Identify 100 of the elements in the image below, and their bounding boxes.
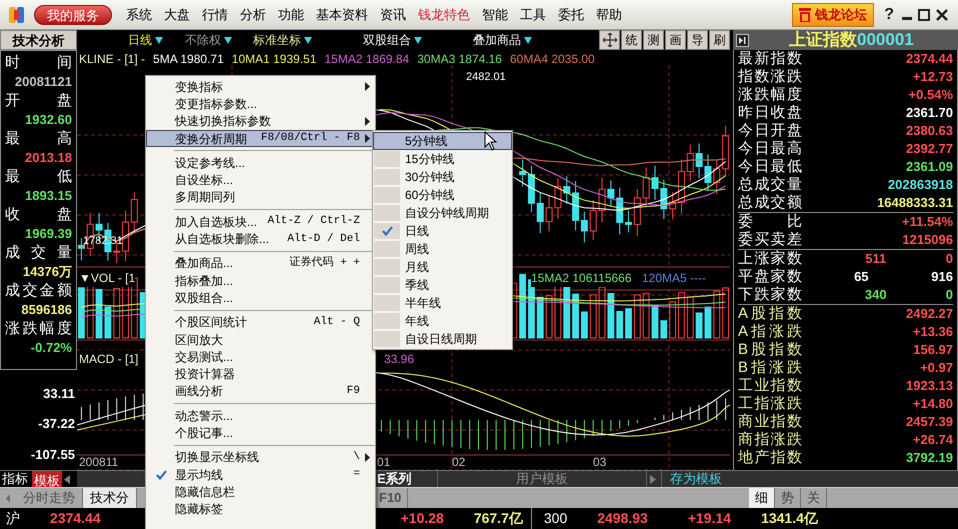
menu-item[interactable]: 自设坐标... [146, 171, 375, 189]
menu-item[interactable]: 分析 [240, 4, 266, 24]
menu-item[interactable]: 叠加商品... 证券代码 + + [146, 254, 375, 272]
change-value: +19.14 [688, 509, 732, 528]
field-label: 总成交量 [738, 176, 802, 194]
menu-item[interactable]: 系统 [126, 4, 152, 24]
caret-icon [524, 36, 532, 44]
volume-bar [104, 306, 112, 338]
caret-icon [304, 36, 312, 44]
menu-item[interactable]: 月线 [373, 258, 512, 276]
field-value: 2013.18 [24, 149, 72, 167]
indicator-label: 指标 [1, 470, 29, 488]
menu-item[interactable]: 5分钟线 [373, 132, 512, 150]
tool-button[interactable]: 测 [643, 30, 664, 50]
dropdown-button[interactable]: 标准坐标 [253, 31, 312, 49]
view-tab[interactable]: 技术分 [83, 488, 137, 508]
field-label: 上涨家数 [738, 250, 802, 268]
menu-item[interactable]: 设定参考线... [146, 154, 375, 172]
menu-item[interactable]: 区间放大 [146, 330, 375, 348]
dropdown-button[interactable]: 不除权 [185, 31, 232, 49]
volume-bar [519, 274, 526, 338]
change-value: +10.28 [400, 509, 444, 528]
field-value: 2392.77 [906, 140, 953, 158]
volume-bar [634, 294, 641, 338]
menu-item[interactable]: 帮助 [596, 4, 622, 24]
field-label: 今日最高 [738, 140, 802, 158]
menu-item[interactable]: 工具 [520, 4, 546, 24]
tool-button[interactable]: 统 [621, 30, 642, 50]
field-value: 916 [931, 268, 953, 286]
candlestick [78, 238, 85, 261]
panel-tab[interactable]: 细 [749, 488, 775, 508]
tool-button[interactable]: 画 [665, 30, 686, 50]
menu-item[interactable]: 周线 [373, 240, 512, 258]
menu-item[interactable]: 变更指标参数... [146, 95, 375, 113]
menu-item[interactable]: 基本资料 [316, 4, 368, 24]
menu-item[interactable]: 隐藏信息栏 [146, 483, 375, 501]
view-tab[interactable]: 技术分析 [0, 30, 77, 50]
menu-item[interactable]: 钱龙特色 [418, 4, 470, 24]
menu-item[interactable]: 变换分析周期 F8/08/Ctrl - F8 [146, 130, 375, 148]
menu-item[interactable]: 多周期同列 [146, 188, 375, 206]
menu-item[interactable]: 快速切换指标参数 [146, 112, 375, 130]
menu-item[interactable]: 投资计算器 [146, 365, 375, 383]
menu-item[interactable]: 指标叠加... [146, 272, 375, 290]
menu-item[interactable]: 60分钟线 [373, 186, 512, 204]
field-value: 511 [864, 250, 888, 268]
dropdown-button[interactable]: 双股组合 [363, 31, 422, 49]
menu-item[interactable]: 切换显示坐标线 \ [146, 448, 375, 466]
menu-item[interactable]: 个股记事... [146, 424, 375, 442]
candlestick [616, 187, 624, 235]
menu-item[interactable]: 大盘 [164, 4, 190, 24]
template-button[interactable]: 模板 [32, 471, 62, 487]
tool-button[interactable]: 导 [687, 30, 708, 50]
field-value: 156.97 [913, 341, 953, 360]
menu-item[interactable]: 智能 [482, 4, 508, 24]
menu-item[interactable]: 显示均线 = [146, 466, 375, 484]
field-label: 成交金额 [5, 281, 72, 300]
volume-bar [660, 320, 668, 338]
dropdown-button[interactable]: 日线 [128, 31, 163, 49]
field-value: 2492.27 [906, 305, 953, 324]
menu-item[interactable]: 30分钟线 [373, 168, 512, 186]
menu-item[interactable]: 自设日线周期 [373, 330, 512, 348]
volume-bar [78, 287, 85, 338]
field-label: 平盘家数 [738, 268, 802, 286]
menu-item[interactable]: 季线 [373, 276, 512, 294]
candlestick [642, 166, 650, 208]
menu-item[interactable]: 加入自选板块... Alt-Z / Ctrl-Z [146, 213, 375, 230]
menu-item[interactable]: 交易测试... [146, 348, 375, 366]
menu-item[interactable]: 日线 [373, 222, 512, 240]
menu-item[interactable]: 动态警示... [146, 407, 375, 424]
menu-item[interactable]: 隐藏标签 [146, 500, 375, 518]
menu-item[interactable]: 半年线 [373, 294, 512, 312]
help-button[interactable]: ? [884, 2, 894, 26]
volume-bar [536, 296, 544, 338]
menu-item[interactable]: 从自选板块删除... Alt-D / Del [146, 230, 375, 248]
menu-item[interactable]: 个股区间统计 Alt - Q [146, 314, 375, 331]
service-button[interactable]: 我的服务 [34, 4, 112, 24]
tool-button[interactable]: 刷 [709, 30, 730, 50]
menu-item[interactable]: 委托 [558, 4, 584, 24]
menu-item[interactable]: 年线 [373, 312, 512, 330]
axis-tick: -37.22 [38, 415, 75, 434]
volume-bar [642, 292, 650, 338]
field-value: 20081121 [14, 73, 72, 91]
menu-item[interactable]: 自设分钟线周期 [373, 204, 512, 222]
series-label: E系列 [377, 470, 413, 488]
dropdown-button[interactable]: 叠加商品 [473, 31, 532, 49]
field-label: 昨日收盘 [738, 104, 802, 122]
field-value: 1923.13 [906, 377, 953, 396]
field-label: 成交量 [5, 243, 72, 262]
field-label: 商业指数 [738, 413, 802, 431]
candlestick [536, 192, 544, 234]
menu-item[interactable]: 双股组合... [146, 289, 375, 307]
field-label: A股指数 [738, 305, 802, 323]
menu-item[interactable]: 资讯 [380, 4, 406, 24]
index-code: 300 [544, 509, 568, 528]
menu-item[interactable]: 画线分析 F9 [146, 382, 375, 400]
move-tool-button[interactable] [599, 30, 620, 50]
menu-item[interactable]: 变换指标 [146, 78, 375, 96]
menu-item[interactable]: 功能 [278, 4, 304, 24]
menu-item[interactable]: 15分钟线 [373, 150, 512, 168]
menu-item[interactable]: 行情 [202, 4, 228, 24]
